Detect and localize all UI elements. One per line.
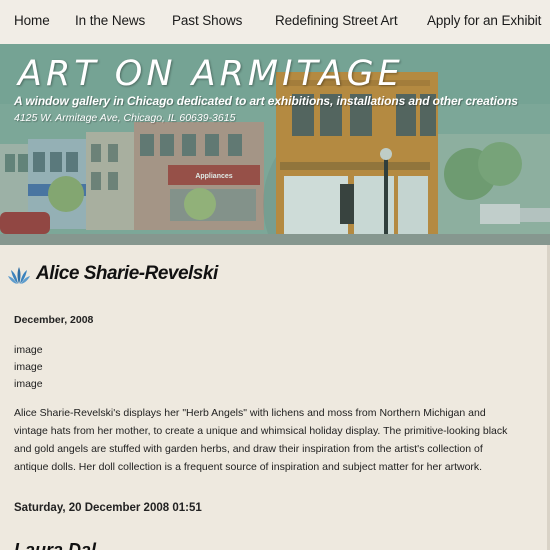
article-date: December, 2008	[14, 314, 94, 326]
header-banner: Appliances ART ON ARMITAGE A window gall…	[0, 44, 550, 245]
nav-redefining-street-art[interactable]: Redefining Street Art	[275, 13, 398, 28]
nav-home[interactable]: Home	[14, 13, 50, 28]
article-body: Alice Sharie-Revelski's displays her "He…	[14, 407, 508, 473]
image-placeholder: image	[14, 361, 43, 373]
site-tagline: A window gallery in Chicago dedicated to…	[14, 94, 518, 108]
next-article-title[interactable]: Laura Dal...	[14, 540, 111, 550]
lotus-logo-icon	[8, 267, 30, 284]
image-placeholder: image	[14, 378, 43, 390]
image-placeholder: image	[14, 344, 43, 356]
article-title[interactable]: Alice Sharie-Revelski	[36, 263, 218, 285]
top-nav: Home In the News Past Shows Redefining S…	[0, 0, 550, 44]
nav-in-the-news[interactable]: In the News	[75, 13, 145, 28]
article-timestamp: Saturday, 20 December 2008 01:51	[14, 502, 202, 514]
site-title: ART ON ARMITAGE	[18, 54, 404, 94]
nav-past-shows[interactable]: Past Shows	[172, 13, 242, 28]
site-address: 4125 W. Armitage Ave, Chicago, IL 60639-…	[14, 112, 236, 124]
nav-apply-for-an-exhibit[interactable]: Apply for an Exhibit	[427, 13, 541, 28]
